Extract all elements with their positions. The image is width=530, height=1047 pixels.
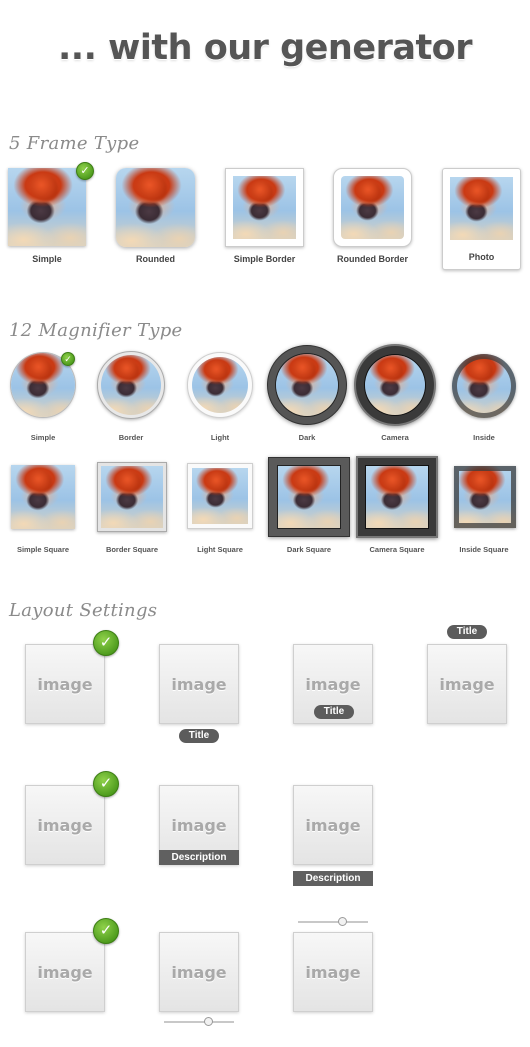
frame-option-rounded-border[interactable] — [333, 168, 412, 247]
image-placeholder: image — [305, 675, 361, 694]
image-placeholder: image — [171, 675, 227, 694]
layout-option-slider-below[interactable]: image — [159, 932, 239, 1012]
layout-option-title-above[interactable]: image — [427, 644, 507, 724]
page-heading: ... with our generator — [57, 28, 473, 68]
frame-type-title: 5 Frame Type — [9, 133, 140, 154]
frame-thumbnail — [341, 176, 404, 239]
layout-option-no-title[interactable]: image — [25, 644, 105, 724]
magnifier-label-simple-square: Simple Square — [16, 545, 70, 554]
frame-label-rounded: Rounded — [136, 254, 175, 264]
zoom-slider[interactable] — [298, 917, 368, 926]
magnifier-label-dark-square: Dark Square — [286, 545, 332, 554]
title-pill: Title — [447, 625, 487, 639]
selected-check-icon: ✓ — [93, 918, 119, 944]
magnifier-option-camera-square[interactable] — [356, 456, 438, 538]
image-placeholder: image — [305, 963, 361, 982]
magnifier-thumbnail — [11, 465, 75, 529]
title-pill: Title — [314, 705, 354, 719]
zoom-slider[interactable] — [164, 1017, 234, 1026]
title-pill: Title — [179, 729, 219, 743]
magnifier-label-inside: Inside — [473, 433, 495, 442]
inside-ring — [452, 354, 516, 418]
frame-thumbnail — [450, 177, 513, 240]
selected-check-icon: ✓ — [93, 630, 119, 656]
magnifier-thumbnail — [366, 466, 428, 528]
image-placeholder: image — [37, 963, 93, 982]
image-placeholder: image — [171, 816, 227, 835]
magnifier-option-dark[interactable] — [267, 345, 347, 425]
inside-border — [454, 466, 516, 528]
magnifier-option-light-square[interactable] — [187, 463, 253, 529]
image-placeholder: image — [37, 816, 93, 835]
magnifier-thumbnail — [365, 355, 425, 415]
selected-check-icon: ✓ — [76, 162, 94, 180]
frame-label-simple-border: Simple Border — [233, 254, 296, 264]
magnifier-label-light-square: Light Square — [197, 545, 243, 554]
layout-settings-title: Layout Settings — [9, 600, 158, 621]
magnifier-label-border-square: Border Square — [105, 545, 159, 554]
frame-thumbnail — [233, 176, 296, 239]
magnifier-option-border[interactable] — [97, 351, 165, 419]
frame-thumbnail — [116, 168, 195, 247]
image-placeholder: image — [171, 963, 227, 982]
magnifier-option-camera[interactable] — [354, 344, 436, 426]
frame-option-photo[interactable]: Photo — [442, 168, 521, 270]
magnifier-thumbnail — [278, 466, 340, 528]
frame-thumbnail — [8, 168, 86, 246]
magnifier-option-light[interactable] — [187, 352, 253, 418]
magnifier-option-border-square[interactable] — [97, 462, 167, 532]
frame-option-simple[interactable] — [8, 168, 86, 246]
magnifier-label-light: Light — [210, 433, 230, 442]
frame-label-photo: Photo — [468, 252, 495, 262]
frame-option-rounded[interactable] — [116, 168, 195, 247]
layout-option-description-inside[interactable]: image Description — [159, 785, 239, 865]
layout-option-title-inside[interactable]: image Title — [293, 644, 373, 724]
magnifier-thumbnail — [192, 357, 248, 413]
magnifier-option-inside[interactable] — [452, 354, 516, 418]
layout-option-slider-above[interactable]: image — [293, 932, 373, 1012]
image-placeholder: image — [305, 816, 361, 835]
magnifier-thumbnail — [101, 355, 161, 415]
magnifier-option-inside-square[interactable] — [454, 466, 516, 528]
layout-option-no-slider[interactable]: image — [25, 932, 105, 1012]
magnifier-label-camera-square: Camera Square — [369, 545, 425, 554]
magnifier-label-border: Border — [118, 433, 144, 442]
image-placeholder: image — [37, 675, 93, 694]
description-bar: Description — [159, 850, 239, 865]
magnifier-type-title: 12 Magnifier Type — [9, 320, 183, 341]
selected-check-icon: ✓ — [93, 771, 119, 797]
magnifier-thumbnail — [101, 466, 163, 528]
magnifier-label-simple: Simple — [30, 433, 56, 442]
slider-knob[interactable] — [338, 917, 347, 926]
frame-label-rounded-border: Rounded Border — [337, 254, 408, 264]
frame-label-simple: Simple — [32, 254, 62, 264]
magnifier-label-camera: Camera — [381, 433, 409, 442]
magnifier-thumbnail — [276, 354, 338, 416]
magnifier-thumbnail — [192, 468, 248, 524]
frame-option-simple-border[interactable] — [225, 168, 304, 247]
slider-knob[interactable] — [204, 1017, 213, 1026]
description-bar: Description — [293, 871, 373, 886]
magnifier-label-dark: Dark — [298, 433, 316, 442]
selected-check-icon: ✓ — [61, 352, 75, 366]
layout-option-no-description[interactable]: image — [25, 785, 105, 865]
layout-option-description-below[interactable]: image — [293, 785, 373, 865]
magnifier-option-dark-square[interactable] — [268, 457, 350, 537]
image-placeholder: image — [439, 675, 495, 694]
magnifier-label-inside-square: Inside Square — [459, 545, 509, 554]
layout-option-title-below[interactable]: image — [159, 644, 239, 724]
magnifier-option-simple-square[interactable] — [11, 465, 75, 529]
